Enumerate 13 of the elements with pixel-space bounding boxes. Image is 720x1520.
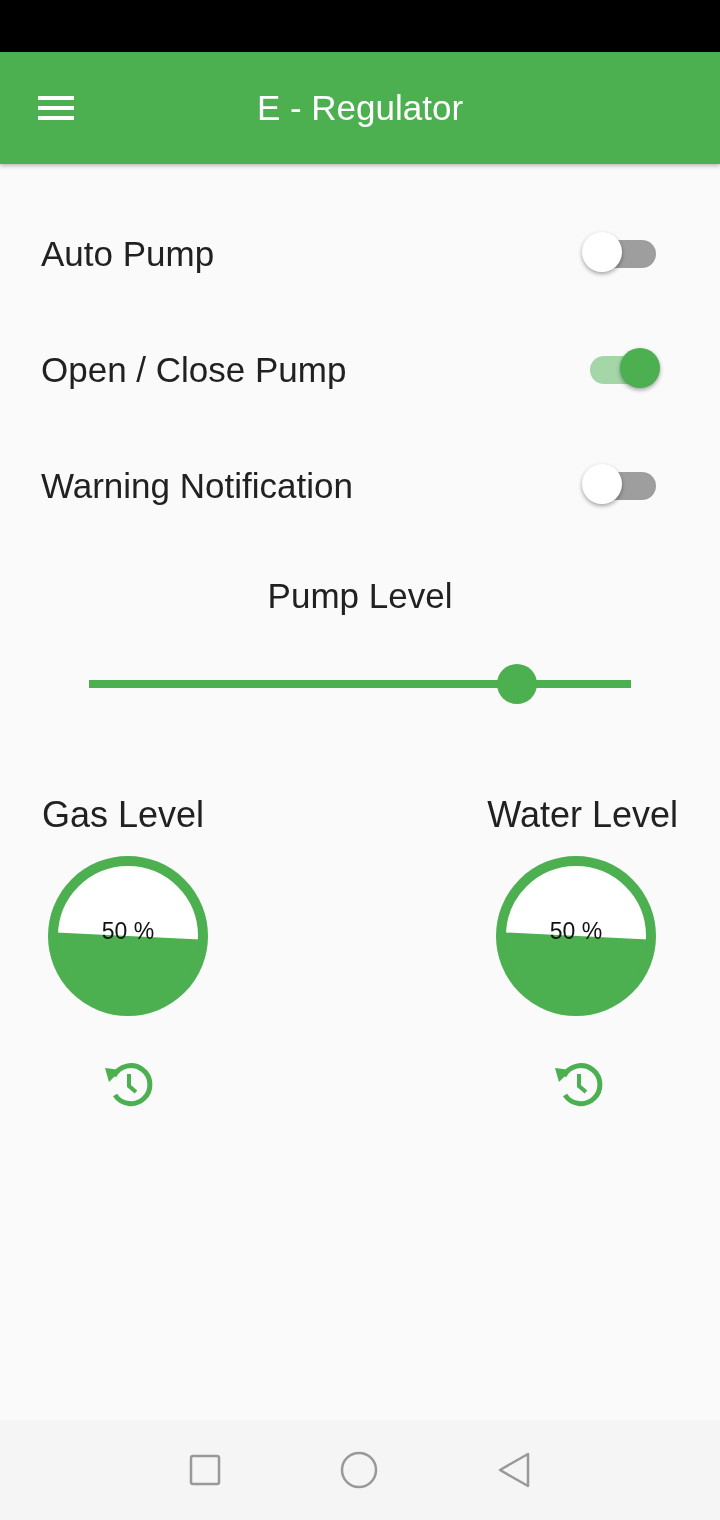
history-icon[interactable] bbox=[103, 1060, 153, 1108]
recents-icon[interactable] bbox=[189, 1454, 222, 1486]
back-icon[interactable] bbox=[496, 1452, 531, 1488]
history-icon[interactable] bbox=[553, 1060, 603, 1108]
home-icon[interactable] bbox=[340, 1451, 378, 1489]
menu-icon[interactable] bbox=[38, 96, 74, 120]
section-title: Pump Level bbox=[267, 576, 453, 616]
app-title: E - Regulator bbox=[256, 88, 464, 128]
setting-label: Open / Close Pump bbox=[41, 350, 347, 390]
setting-label: Auto Pump bbox=[41, 234, 215, 274]
setting-label: Warning Notification bbox=[41, 466, 353, 506]
gauge-label: Gas Level bbox=[42, 794, 205, 836]
gauge-label: Water Level bbox=[487, 794, 678, 836]
